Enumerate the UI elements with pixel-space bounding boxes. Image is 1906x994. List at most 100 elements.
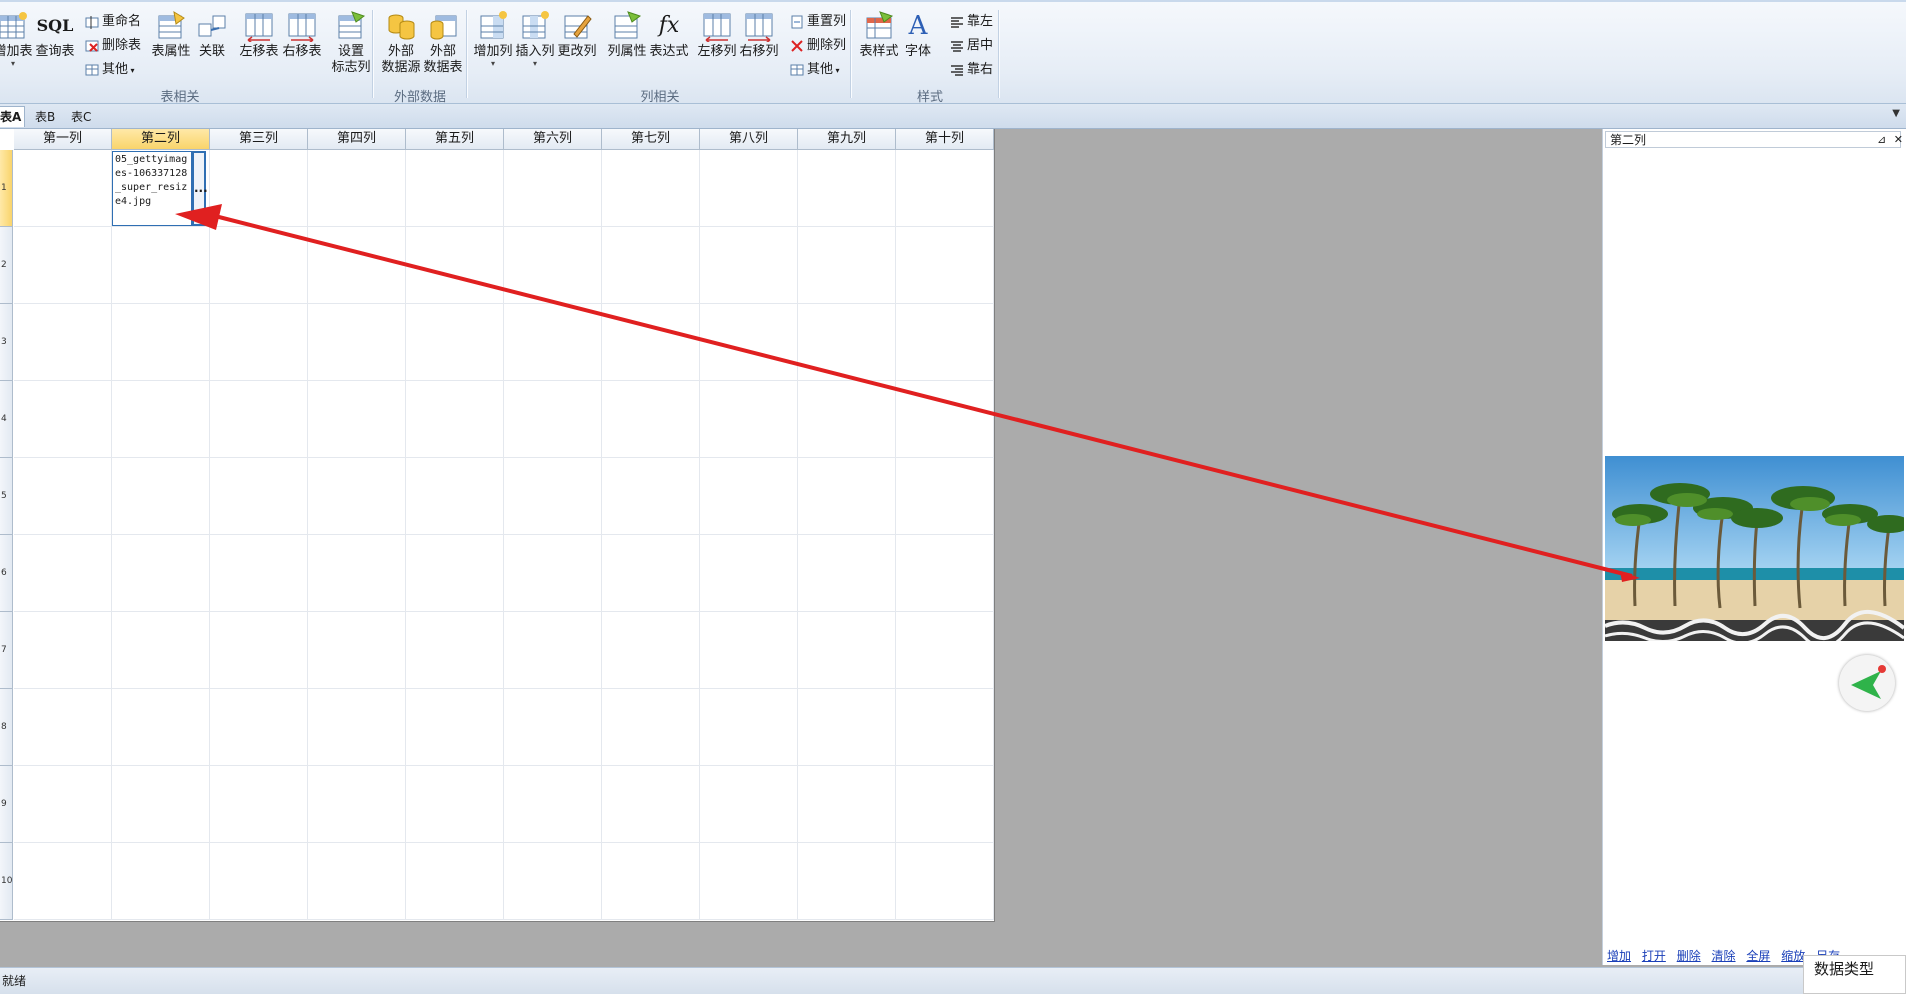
- rename-button[interactable]: 重命名: [85, 11, 141, 33]
- grid-cell[interactable]: [406, 843, 504, 920]
- grid-cell[interactable]: [112, 458, 210, 535]
- close-icon[interactable]: ✕: [1894, 133, 1903, 146]
- grid-cell[interactable]: [308, 535, 406, 612]
- grid-cell[interactable]: [896, 458, 994, 535]
- column-header[interactable]: 第五列: [406, 129, 504, 150]
- grid-cell[interactable]: [602, 227, 700, 304]
- column-header[interactable]: 第四列: [308, 129, 406, 150]
- grid-cell[interactable]: [406, 535, 504, 612]
- tab-table-a[interactable]: 表A: [0, 106, 26, 127]
- grid-cell[interactable]: [210, 304, 308, 381]
- grid-cell[interactable]: [406, 381, 504, 458]
- move-column-left-button[interactable]: 左移列: [696, 10, 738, 60]
- column-props-button[interactable]: 列属性: [606, 10, 648, 60]
- grid-cell[interactable]: [210, 227, 308, 304]
- grid-cell[interactable]: [700, 150, 798, 227]
- grid-cell[interactable]: [308, 843, 406, 920]
- grid-cell[interactable]: [602, 766, 700, 843]
- grid-cell[interactable]: [700, 843, 798, 920]
- grid-cell[interactable]: [798, 381, 896, 458]
- grid-cell[interactable]: [896, 612, 994, 689]
- external-source-button[interactable]: 外部 数据源: [380, 10, 422, 76]
- grid-cell[interactable]: [14, 227, 112, 304]
- grid-cell[interactable]: [896, 150, 994, 227]
- grid-cell[interactable]: [504, 843, 602, 920]
- row-header[interactable]: 8: [0, 689, 13, 766]
- relate-button[interactable]: 关联: [192, 10, 232, 60]
- move-table-right-button[interactable]: 右移表: [281, 10, 323, 60]
- grid-cell[interactable]: [700, 689, 798, 766]
- grid-cell[interactable]: [210, 458, 308, 535]
- grid-cell[interactable]: [896, 843, 994, 920]
- grid-cell[interactable]: [210, 689, 308, 766]
- link-fullscreen[interactable]: 全屏: [1746, 949, 1770, 963]
- grid-cell[interactable]: [308, 458, 406, 535]
- font-button[interactable]: A 字体: [900, 10, 936, 60]
- grid-cell[interactable]: [406, 304, 504, 381]
- column-header[interactable]: 第三列: [210, 129, 308, 150]
- grid-cell[interactable]: [14, 689, 112, 766]
- row-header[interactable]: 9: [0, 766, 13, 843]
- external-table-button[interactable]: 外部 数据表: [422, 10, 464, 76]
- grid-cell[interactable]: [602, 304, 700, 381]
- pin-icon[interactable]: ⊿: [1877, 133, 1886, 146]
- move-column-right-button[interactable]: 右移列: [738, 10, 780, 60]
- grid-cell[interactable]: [504, 150, 602, 227]
- grid-cell[interactable]: [798, 304, 896, 381]
- align-center-button[interactable]: 居中: [950, 35, 993, 57]
- add-table-button[interactable]: 增加表 ▾: [0, 10, 34, 68]
- grid-cell[interactable]: [406, 458, 504, 535]
- grid-cell[interactable]: [602, 843, 700, 920]
- grid-cell[interactable]: [112, 843, 210, 920]
- grid-cell[interactable]: [798, 227, 896, 304]
- grid-cell[interactable]: [308, 689, 406, 766]
- grid-cell[interactable]: [602, 381, 700, 458]
- navigate-back-button[interactable]: [1839, 655, 1895, 711]
- column-header[interactable]: 第二列: [112, 129, 210, 150]
- grid-cell[interactable]: [14, 843, 112, 920]
- other-table-menu[interactable]: 其他 ▾: [85, 59, 135, 81]
- link-add[interactable]: 增加: [1607, 949, 1631, 963]
- row-header[interactable]: 4: [0, 381, 13, 458]
- grid-cell[interactable]: [602, 612, 700, 689]
- grid-cell[interactable]: [602, 535, 700, 612]
- grid-cell[interactable]: [14, 304, 112, 381]
- other-column-menu[interactable]: 其他 ▾: [790, 59, 840, 81]
- row-header[interactable]: 2: [0, 227, 13, 304]
- grid-cell[interactable]: [700, 458, 798, 535]
- link-delete[interactable]: 删除: [1677, 949, 1701, 963]
- grid-cell[interactable]: [14, 458, 112, 535]
- grid-cell[interactable]: [112, 381, 210, 458]
- grid-cell[interactable]: [308, 304, 406, 381]
- grid-cell[interactable]: [798, 150, 896, 227]
- grid-cell[interactable]: [700, 612, 798, 689]
- grid-cell[interactable]: [504, 304, 602, 381]
- grid-cell[interactable]: [308, 766, 406, 843]
- query-table-button[interactable]: SQL 查询表: [34, 10, 76, 60]
- grid-cell[interactable]: [308, 612, 406, 689]
- add-column-button[interactable]: 增加列 ▾: [472, 10, 514, 68]
- grid-cell[interactable]: [406, 612, 504, 689]
- row-header[interactable]: 10: [0, 843, 13, 920]
- row-header[interactable]: 3: [0, 304, 13, 381]
- grid-cell[interactable]: [896, 381, 994, 458]
- table-style-button[interactable]: 表样式: [858, 10, 900, 60]
- grid-cell[interactable]: [406, 689, 504, 766]
- grid-cell[interactable]: [14, 612, 112, 689]
- grid-cell[interactable]: [14, 535, 112, 612]
- column-header[interactable]: 第一列: [14, 129, 112, 150]
- row-header[interactable]: 1: [0, 150, 13, 227]
- grid-cell[interactable]: [112, 304, 210, 381]
- grid-cell[interactable]: [14, 766, 112, 843]
- column-header[interactable]: 第八列: [700, 129, 798, 150]
- align-left-button[interactable]: 靠左: [950, 11, 993, 33]
- grid-cell[interactable]: [112, 612, 210, 689]
- grid-cell[interactable]: [406, 227, 504, 304]
- column-header[interactable]: 第七列: [602, 129, 700, 150]
- grid-cell[interactable]: [602, 689, 700, 766]
- grid-cell[interactable]: [700, 535, 798, 612]
- row-header[interactable]: 5: [0, 458, 13, 535]
- delete-column-button[interactable]: 删除列: [790, 35, 846, 57]
- grid-cell[interactable]: [700, 304, 798, 381]
- tab-menu-dropdown-icon[interactable]: ▼: [1892, 108, 1900, 119]
